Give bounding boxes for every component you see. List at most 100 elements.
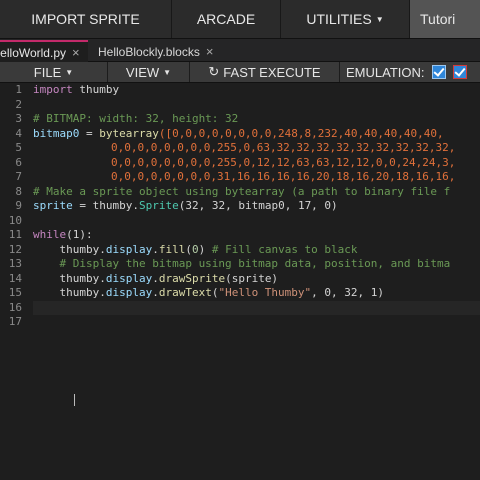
code-token: thumby xyxy=(72,83,120,96)
code-line-16 xyxy=(33,300,480,315)
line-number: 1 xyxy=(15,83,22,96)
caret-down-icon: ▼ xyxy=(163,67,172,77)
code-token: ) xyxy=(198,242,212,256)
code-token: (1): xyxy=(66,228,93,241)
code-token: bitmap0 xyxy=(33,126,80,140)
code-line-5: 0,0,0,0,0,0,0,0,255,0,63,32,32,32,32,32,… xyxy=(33,141,480,156)
code-token: fill xyxy=(158,242,186,256)
code-token: sprite xyxy=(33,199,73,212)
line-number: 3 xyxy=(15,112,22,125)
line-number: 5 xyxy=(15,141,22,154)
code-token: (32, 32, bitmap0, 17, 0) xyxy=(178,199,338,212)
arcade-button[interactable]: ARCADE xyxy=(172,0,281,38)
code-token: , 0, 32, 1) xyxy=(311,286,385,299)
code-token: 0,0,0,0,0,0,0,0,255,0,63,32,32,32,32,32,… xyxy=(111,141,456,154)
code-line-14: thumby.display.drawSprite(sprite) xyxy=(33,272,480,287)
file-menu-button[interactable]: FILE ▼ xyxy=(0,62,108,82)
code-line-1: import thumby xyxy=(33,83,480,98)
code-line-4: bitmap0 = bytearray([0,0,0,0,0,0,0,0,248… xyxy=(33,127,480,142)
code-token: display xyxy=(105,286,153,299)
code-token: 0,0,0,0,0,0,0,0,255,0,12,12,63,63,12,12,… xyxy=(111,155,456,169)
code-token: . xyxy=(152,271,159,285)
tab-label: HelloBlockly.blocks xyxy=(98,44,200,59)
code-line-12: thumby.display.fill(0) # Fill canvas to … xyxy=(33,243,480,258)
utilities-menu-button[interactable]: UTILITIES ▼ xyxy=(281,0,410,38)
top-navigation-bar: IMPORT SPRITE ARCADE UTILITIES ▼ Tutori xyxy=(0,0,480,39)
code-line-9: sprite = thumby.Sprite(32, 32, bitmap0, … xyxy=(33,199,480,214)
code-token: 0,0,0,0,0,0,0,0,31,16,16,16,16,20,18,16,… xyxy=(111,170,456,183)
code-token: 0 xyxy=(191,242,199,256)
line-number: 10 xyxy=(8,213,22,227)
caret-down-icon: ▼ xyxy=(65,67,74,77)
code-line-8: # Make a sprite object using bytearray (… xyxy=(33,184,451,198)
code-token: thumby. xyxy=(33,242,106,256)
tab-helloblockly-blocks[interactable]: HelloBlockly.blocks × xyxy=(90,42,238,61)
code-line-11: while(1): xyxy=(33,228,480,243)
code-token: display xyxy=(105,242,153,256)
code-token: thumby. xyxy=(33,271,106,285)
code-line-6: 0,0,0,0,0,0,0,0,255,0,12,12,63,63,12,12,… xyxy=(33,156,480,171)
code-token: thumby. xyxy=(33,286,106,299)
code-line-13: # Display the bitmap using bitmap data, … xyxy=(33,257,451,270)
view-menu-button[interactable]: VIEW ▼ xyxy=(108,62,190,82)
close-icon[interactable]: × xyxy=(206,44,214,59)
editor-toolbar: FILE ▼ VIEW ▼ ↻ FAST EXECUTE EMULATION: xyxy=(0,62,480,83)
tutorials-label: Tutori xyxy=(420,11,456,27)
line-number: 4 xyxy=(15,126,22,140)
emulation-checkbox[interactable] xyxy=(431,65,446,79)
line-number: 14 xyxy=(8,271,22,285)
code-token: Sprite xyxy=(138,199,179,212)
import-sprite-button[interactable]: IMPORT SPRITE xyxy=(0,0,172,38)
code-token: ( xyxy=(185,242,192,256)
close-icon[interactable]: × xyxy=(72,45,80,60)
line-number: 11 xyxy=(8,228,22,241)
line-number: 7 xyxy=(15,170,22,183)
code-token: = xyxy=(79,126,100,140)
line-number: 13 xyxy=(8,257,22,270)
caret-down-icon: ▼ xyxy=(375,14,384,24)
code-token: display xyxy=(105,271,153,285)
code-line-15: thumby.display.drawText("Hello Thumby", … xyxy=(33,286,480,301)
line-number: 6 xyxy=(15,155,22,169)
code-token: . xyxy=(152,242,159,256)
line-number-gutter: 1 2 3 4 5 6 7 8 9 10 11 12 13 14 15 16 1… xyxy=(0,83,22,330)
line-number: 16 xyxy=(8,300,22,314)
code-token: import xyxy=(33,83,73,96)
code-token: (sprite) xyxy=(225,271,279,285)
emulation-controls: EMULATION: xyxy=(340,62,480,82)
code-token: while xyxy=(33,228,67,241)
emulation-label: EMULATION: xyxy=(346,64,425,80)
text-cursor-icon xyxy=(74,394,81,406)
fast-execute-button[interactable]: ↻ FAST EXECUTE xyxy=(190,62,340,82)
emulation-checkbox-secondary[interactable] xyxy=(452,65,467,79)
code-lines: import thumby # BITMAP: width: 32, heigh… xyxy=(33,83,480,330)
utilities-label: UTILITIES xyxy=(306,11,372,27)
tutorials-button[interactable]: Tutori xyxy=(410,0,480,38)
line-number: 17 xyxy=(8,315,22,328)
file-label: FILE xyxy=(33,64,62,80)
code-token: ([0,0,0,0,0,0,0,0,248,8,232,40,40,40,40,… xyxy=(158,126,444,140)
code-token: # Fill canvas to black xyxy=(211,242,358,256)
tab-helloworld-py[interactable]: HelloWorld.py × xyxy=(0,40,88,63)
code-token: drawText xyxy=(158,286,212,299)
fast-execute-label: FAST EXECUTE xyxy=(223,64,321,80)
tab-label: HelloWorld.py xyxy=(0,45,66,60)
editor-tab-strip: HelloWorld.py × HelloBlockly.blocks × xyxy=(0,39,480,63)
code-token: "Hello Thumby" xyxy=(218,286,312,299)
view-label: VIEW xyxy=(125,64,160,80)
arcade-label: ARCADE xyxy=(196,11,256,27)
code-token: = thumby. xyxy=(72,199,139,212)
code-token: drawSprite xyxy=(158,271,226,285)
code-token: . xyxy=(152,286,159,299)
code-line-3: # BITMAP: width: 32, height: 32 xyxy=(33,112,239,125)
code-editor[interactable]: 1 2 3 4 5 6 7 8 9 10 11 12 13 14 15 16 1… xyxy=(0,83,480,480)
line-number: 9 xyxy=(15,199,22,212)
line-number: 15 xyxy=(8,286,22,299)
line-number: 2 xyxy=(15,97,22,111)
import-sprite-label: IMPORT SPRITE xyxy=(31,11,140,27)
line-number: 8 xyxy=(15,184,22,198)
line-number: 12 xyxy=(8,242,22,256)
